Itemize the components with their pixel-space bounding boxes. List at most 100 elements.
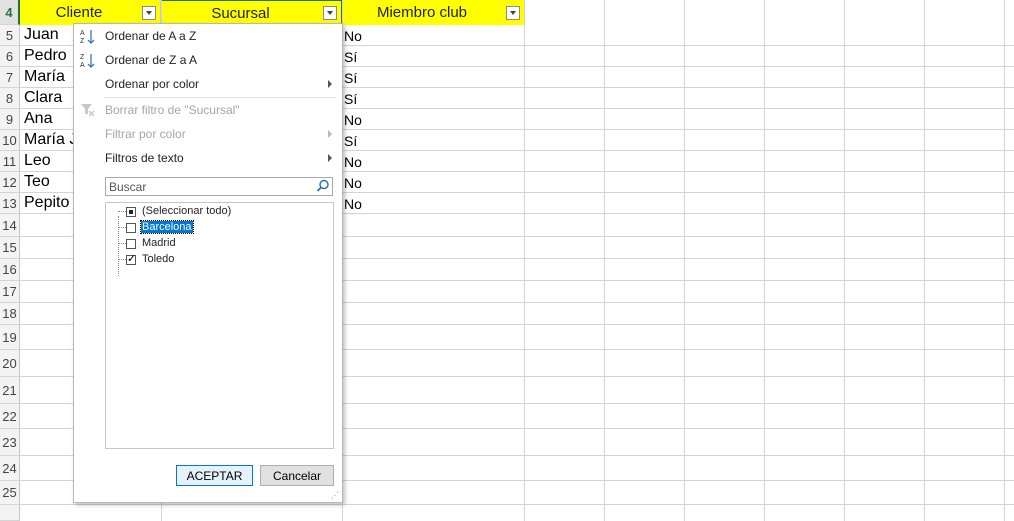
filter-values-list: (Seleccionar todo) Barcelona Madrid Tole…	[105, 202, 334, 449]
svg-text:A: A	[80, 30, 85, 37]
filter-item-label: Toledo	[142, 253, 175, 265]
row-number-partial[interactable]	[0, 505, 20, 521]
grid-line	[844, 0, 845, 521]
row-number[interactable]: 23	[0, 429, 20, 456]
cell-miembro[interactable]: No	[344, 154, 362, 170]
row-number[interactable]: 21	[0, 377, 20, 404]
filter-item-label: Barcelona	[140, 220, 194, 234]
search-icon	[316, 179, 330, 193]
row-number[interactable]: 9	[0, 109, 20, 130]
cell-cliente[interactable]: Clara	[24, 89, 74, 107]
column-header-sucursal: Sucursal	[161, 0, 342, 25]
menu-item-label: Filtros de texto	[105, 151, 184, 165]
cell-cliente[interactable]: Leo	[24, 152, 74, 170]
row-number[interactable]: 13	[0, 193, 20, 214]
row-number[interactable]: 20	[0, 350, 20, 377]
search-input[interactable]: Buscar	[105, 177, 333, 196]
cell-miembro[interactable]: No	[344, 112, 362, 128]
cell-miembro[interactable]: No	[344, 175, 362, 191]
column-header-label: Miembro club	[376, 4, 468, 21]
row-number[interactable]: 16	[0, 259, 20, 281]
cell-miembro[interactable]: Sí	[344, 91, 357, 107]
row-number[interactable]: 15	[0, 237, 20, 259]
column-header-cliente: Cliente	[20, 0, 161, 25]
row-number[interactable]: 5	[0, 25, 20, 46]
checkbox[interactable]	[126, 239, 136, 249]
grid-line	[524, 0, 525, 521]
cell-miembro[interactable]: Sí	[344, 70, 357, 86]
row-number[interactable]: 6	[0, 46, 20, 67]
submenu-arrow-icon	[328, 80, 332, 88]
checkbox[interactable]	[126, 223, 136, 233]
row-number[interactable]: 8	[0, 88, 20, 109]
row-number[interactable]: 18	[0, 303, 20, 325]
menu-item-label: Ordenar por color	[105, 77, 200, 91]
search-placeholder: Buscar	[109, 180, 147, 194]
filter-dropdown-arrow-icon[interactable]	[506, 6, 520, 20]
menu-item-clear-filter[interactable]: Borrar filtro de "Sucursal"	[74, 99, 342, 121]
cell-cliente[interactable]: Ana	[24, 110, 74, 128]
tree-connector	[118, 216, 119, 276]
filter-item-label: Madrid	[142, 237, 176, 249]
tree-connector	[118, 211, 126, 212]
resize-grip-icon[interactable]: ⋰	[331, 491, 339, 500]
cell-cliente[interactable]: Pedro	[24, 47, 74, 65]
row-number[interactable]: 24	[0, 456, 20, 481]
tree-connector	[118, 227, 126, 228]
ok-button[interactable]: ACEPTAR	[176, 465, 253, 486]
checkbox[interactable]	[126, 207, 136, 217]
svg-text:A: A	[80, 62, 85, 69]
cell-cliente[interactable]: Teo	[24, 173, 74, 191]
row-number[interactable]: 12	[0, 172, 20, 193]
row-number[interactable]: 14	[0, 214, 20, 237]
menu-item-label: Borrar filtro de "Sucursal"	[105, 103, 240, 117]
clear-filter-icon	[80, 102, 96, 118]
grid-line	[20, 504, 1014, 505]
grid-line	[684, 0, 685, 521]
grid-line	[1004, 0, 1005, 521]
grid-line	[764, 0, 765, 521]
grid-line	[924, 0, 925, 521]
tree-connector	[118, 243, 126, 244]
svg-text:Z: Z	[80, 38, 85, 45]
cell-cliente[interactable]: María	[24, 68, 74, 86]
row-number[interactable]: 22	[0, 404, 20, 429]
cell-cliente[interactable]: María J	[24, 131, 73, 149]
menu-item-sort-by-color[interactable]: Ordenar por color	[74, 73, 342, 95]
filter-item-label: (Seleccionar todo)	[142, 205, 232, 217]
menu-separator	[104, 97, 336, 98]
tree-connector	[118, 259, 126, 260]
row-number[interactable]: 11	[0, 151, 20, 172]
row-number[interactable]: 7	[0, 67, 20, 88]
column-header-label: Cliente	[55, 4, 103, 21]
menu-item-label: Ordenar de Z a A	[105, 53, 198, 67]
cell-miembro[interactable]: Sí	[344, 49, 357, 65]
filter-dropdown-arrow-icon[interactable]	[323, 6, 337, 20]
cell-miembro[interactable]: No	[344, 28, 362, 44]
menu-item-sort-az[interactable]: AZ Ordenar de A a Z	[74, 25, 342, 47]
submenu-arrow-icon	[328, 130, 332, 138]
checkbox[interactable]	[126, 252, 136, 265]
column-header-miembro-club: Miembro club	[342, 0, 525, 25]
cancel-button[interactable]: Cancelar	[260, 465, 334, 486]
row-number[interactable]: 10	[0, 130, 20, 151]
row-number-header[interactable]: 4	[0, 0, 20, 25]
sort-ascending-icon: AZ	[80, 28, 96, 45]
menu-item-label: Ordenar de A a Z	[105, 29, 197, 43]
autofilter-dropdown: AZ Ordenar de A a Z ZA Ordenar de Z a A …	[73, 23, 343, 503]
cell-cliente[interactable]: Pepito	[24, 194, 73, 212]
row-number[interactable]: 25	[0, 481, 20, 505]
sort-descending-icon: ZA	[80, 52, 96, 69]
menu-item-text-filters[interactable]: Filtros de texto	[74, 147, 342, 169]
column-header-label: Sucursal	[211, 5, 270, 22]
row-number[interactable]: 17	[0, 281, 20, 303]
menu-item-filter-by-color[interactable]: Filtrar por color	[74, 123, 342, 145]
cell-miembro[interactable]: No	[344, 196, 362, 212]
row-number[interactable]: 19	[0, 325, 20, 350]
cell-cliente[interactable]: Juan	[24, 26, 74, 44]
filter-dropdown-arrow-icon[interactable]	[142, 6, 156, 20]
submenu-arrow-icon	[328, 154, 332, 162]
menu-item-label: Filtrar por color	[105, 127, 186, 141]
cell-miembro[interactable]: Sí	[344, 133, 357, 149]
menu-item-sort-za[interactable]: ZA Ordenar de Z a A	[74, 49, 342, 71]
